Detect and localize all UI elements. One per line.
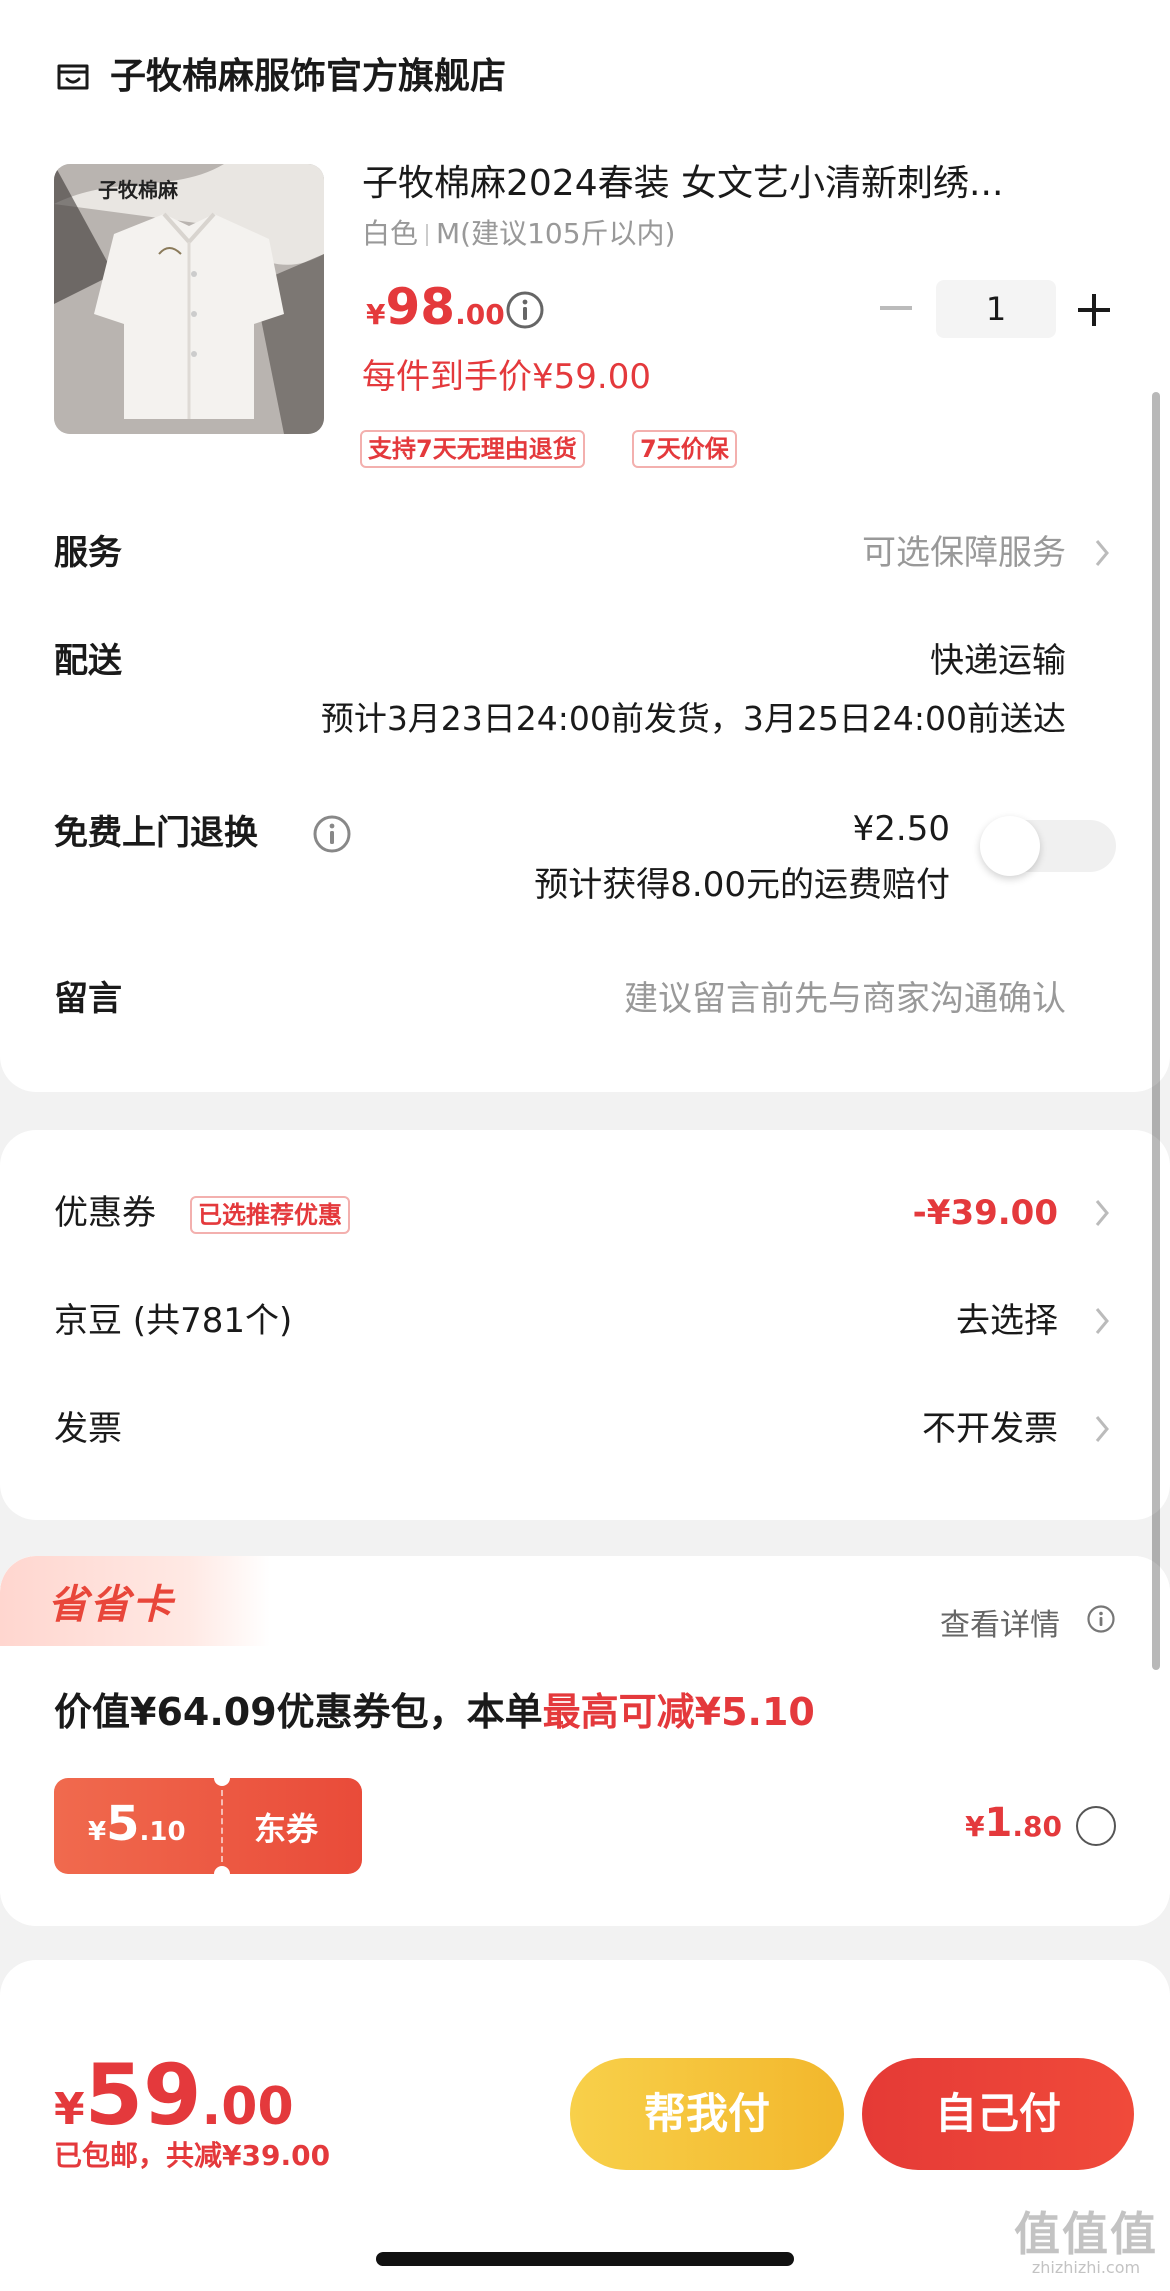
ticket-integer: 5: [106, 1796, 140, 1852]
saver-price: ¥1.80: [965, 1800, 1062, 1846]
watermark-main: 值值值: [1014, 2207, 1158, 2261]
ticket-divider: [221, 1790, 223, 1862]
product-image: [54, 164, 324, 434]
message-label: 留言: [54, 979, 122, 1019]
chevron-right-icon[interactable]: [1092, 1305, 1112, 1337]
saver-desc-highlight: 最高可减¥5.10: [542, 1690, 815, 1734]
pickup-note: 预计获得8.00元的运费赔付: [534, 865, 950, 905]
saver-description: 价值¥64.09优惠券包，本单最高可减¥5.10: [54, 1686, 815, 1738]
chevron-right-icon[interactable]: [1092, 1197, 1112, 1229]
delivery-method[interactable]: 快递运输: [930, 638, 1066, 684]
beans-value[interactable]: 去选择: [956, 1298, 1058, 1344]
invoice-value[interactable]: 不开发票: [922, 1406, 1058, 1452]
quantity-input[interactable]: 1: [936, 280, 1056, 338]
pickup-info-icon[interactable]: [312, 814, 352, 854]
product-price: ¥98.00: [366, 278, 505, 336]
discount-card: 优惠券 已选推荐优惠 -¥39.00 京豆 (共781个) 去选择 发票 不开发…: [0, 1130, 1170, 1520]
pickup-toggle[interactable]: [980, 816, 1116, 876]
delivery-label: 配送: [54, 641, 122, 681]
spec-divider: [426, 224, 429, 246]
saver-price-decimal: .80: [1012, 1810, 1062, 1843]
coupon-label: 优惠券: [54, 1193, 156, 1233]
order-item-card: 子牧棉麻服饰官方旗舰店 子牧棉麻 子牧棉麻2024春装 女文艺小清新刺绣... …: [0, 0, 1170, 1092]
message-input[interactable]: 建议留言前先与商家沟通确认: [624, 976, 1066, 1022]
shipping-discount-note: 已包邮，共减¥39.00: [54, 2134, 330, 2174]
watermark-sub: zhizhizhi.com: [1031, 2258, 1141, 2277]
total-decimal: .00: [201, 2077, 294, 2137]
price-symbol: ¥: [366, 298, 386, 331]
saver-price-symbol: ¥: [965, 1810, 985, 1843]
service-value[interactable]: 可选保障服务: [862, 530, 1066, 576]
quantity-decrease-button[interactable]: [878, 286, 914, 330]
hand-price: 每件到手价¥59.00: [362, 357, 651, 397]
product-title[interactable]: 子牧棉麻2024春装 女文艺小清新刺绣...: [362, 160, 1082, 208]
ticket-symbol: ¥: [88, 1817, 107, 1847]
saver-card: 省省卡 查看详情 价值¥64.09优惠券包，本单最高可减¥5.10 ¥5.10 …: [0, 1556, 1170, 1926]
saver-desc-prefix: 价值¥64.09优惠券包，本单: [54, 1690, 543, 1734]
saver-title: 省省卡: [48, 1582, 174, 1628]
help-pay-button[interactable]: 帮我付: [570, 2058, 844, 2170]
product-spec[interactable]: 白色 M(建议105斤以内): [362, 214, 675, 254]
invoice-label: 发票: [54, 1409, 122, 1449]
saver-price-integer: 1: [984, 1800, 1013, 1846]
store-icon: [57, 64, 89, 90]
total-symbol: ¥: [54, 2084, 85, 2135]
pickup-price: ¥2.50: [852, 809, 950, 849]
shipping-note: 已包邮: [54, 2139, 139, 2172]
scrollbar[interactable]: [1152, 392, 1160, 1670]
price-integer: 98: [385, 278, 456, 336]
spec-size: M(建议105斤以内): [436, 217, 676, 250]
service-label: 服务: [54, 533, 122, 573]
thumb-brand-text: 子牧棉麻: [98, 178, 178, 202]
ticket-value: ¥5.10: [88, 1796, 186, 1852]
product-thumbnail[interactable]: 子牧棉麻: [54, 164, 324, 434]
ticket-notch: [214, 1866, 230, 1882]
quantity-increase-button[interactable]: [1074, 290, 1114, 330]
chevron-right-icon[interactable]: [1092, 537, 1112, 569]
saver-coupon-ticket: ¥5.10 东券: [54, 1770, 362, 1882]
discount-note: ，共减¥39.00: [138, 2139, 331, 2172]
return-policy-tag: 支持7天无理由退货: [360, 430, 585, 468]
ticket-decimal: .10: [139, 1817, 186, 1847]
ticket-notch: [214, 1770, 230, 1786]
coupon-selected-tag: 已选推荐优惠: [190, 1196, 350, 1234]
chevron-right-icon[interactable]: [1092, 1413, 1112, 1445]
saver-select-radio[interactable]: [1076, 1806, 1116, 1846]
price-info-icon[interactable]: [505, 290, 545, 330]
total-integer: 59: [84, 2046, 202, 2144]
home-indicator[interactable]: [376, 2252, 794, 2266]
coupon-value[interactable]: -¥39.00: [913, 1190, 1058, 1236]
info-icon[interactable]: [1086, 1604, 1116, 1634]
total-price: ¥59.00: [54, 2046, 294, 2144]
price-protection-tag: 7天价保: [632, 430, 737, 468]
self-pay-button[interactable]: 自己付: [862, 2058, 1134, 2170]
ticket-label: 东券: [254, 1810, 319, 1848]
spec-color: 白色: [362, 217, 419, 250]
watermark: 值值值 zhizhizhi.com: [1014, 2209, 1158, 2277]
toggle-knob: [980, 816, 1040, 876]
beans-label: 京豆 (共781个): [54, 1301, 293, 1341]
price-decimal: .00: [455, 298, 505, 331]
saver-detail-link[interactable]: 查看详情: [940, 1600, 1060, 1644]
store-name[interactable]: 子牧棉麻服饰官方旗舰店: [110, 54, 506, 100]
delivery-estimate: 预计3月23日24:00前发货，3月25日24:00前送达: [320, 699, 1066, 738]
pickup-label: 免费上门退换: [54, 813, 258, 853]
